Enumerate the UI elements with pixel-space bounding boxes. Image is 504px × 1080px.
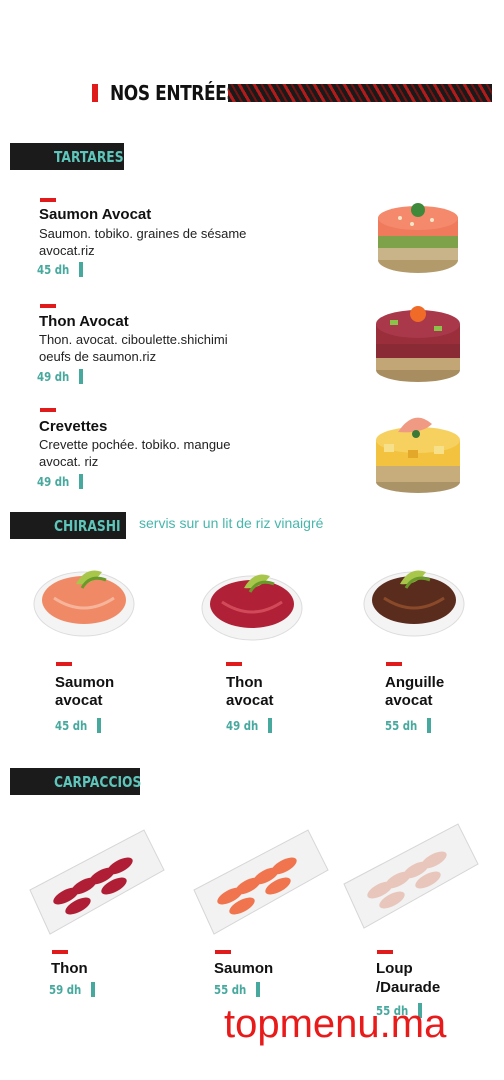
tartare-saumon-image xyxy=(378,203,458,273)
item-name: Thon Avocat xyxy=(39,313,129,330)
price-value: 59 dh xyxy=(49,982,82,997)
item-description: Crevette pochée. tobiko. mangue xyxy=(39,437,231,452)
chirashi-thon-image xyxy=(201,574,303,641)
section-title: CARPACCIOS xyxy=(54,772,142,791)
item-accent xyxy=(40,408,56,412)
price-value: 45 dh xyxy=(37,262,70,277)
price-value: 45 dh xyxy=(55,718,88,733)
item-name: Crevettes xyxy=(39,418,108,435)
item-accent xyxy=(56,662,72,666)
chirashi-anguille-image xyxy=(363,570,465,637)
tartare-crevettes-image xyxy=(376,417,460,493)
item-name: Saumon xyxy=(214,960,274,977)
section-bar-tartares: TARTARES xyxy=(10,143,124,170)
item-accent xyxy=(386,662,402,666)
item-name-line2: avocat xyxy=(385,692,433,709)
price-marker xyxy=(91,982,96,997)
page-title: NOS ENTRÉES xyxy=(110,81,239,105)
section-title: TARTARES xyxy=(54,147,124,166)
item-description: Thon. avocat. ciboulette.shichimi xyxy=(39,332,228,347)
price-marker xyxy=(427,718,432,733)
price-value: 49 dh xyxy=(226,718,259,733)
watermark: topmenu.ma xyxy=(224,1002,447,1046)
item-price: 59 dh xyxy=(49,982,96,997)
item-description: Saumon. tobiko. graines de sésame xyxy=(39,226,247,241)
item-price: 55 dh xyxy=(385,718,432,733)
header-accent xyxy=(92,84,98,102)
carpaccio-saumon-image xyxy=(193,829,329,935)
section-note: servis sur un lit de riz vinaigré xyxy=(139,515,324,531)
item-description: oeufs de saumon.riz xyxy=(39,349,157,364)
price-marker xyxy=(79,262,84,277)
item-accent xyxy=(215,950,231,954)
carpaccio-loup-image xyxy=(343,823,479,929)
section-bar-chirashi: CHIRASHI xyxy=(10,512,126,539)
price-marker xyxy=(79,474,84,489)
price-value: 55 dh xyxy=(385,718,418,733)
item-accent xyxy=(377,950,393,954)
item-accent xyxy=(52,950,68,954)
item-price: 49 dh xyxy=(37,474,84,489)
item-name: Thon xyxy=(226,674,263,691)
section-bar-carpaccios: CARPACCIOS xyxy=(10,768,142,795)
item-price: 45 dh xyxy=(55,718,102,733)
item-name: Anguille xyxy=(385,674,445,691)
price-marker xyxy=(97,718,102,733)
item-accent xyxy=(40,304,56,308)
item-name: Thon xyxy=(51,960,88,977)
item-price: 55 dh xyxy=(214,982,261,997)
carpaccio-thon-image xyxy=(29,829,165,935)
item-name: Saumon xyxy=(55,674,115,691)
tartare-thon-image xyxy=(376,306,460,382)
item-accent xyxy=(40,198,56,202)
item-name-line2: avocat xyxy=(55,692,103,709)
item-name: Saumon Avocat xyxy=(39,206,152,223)
item-price: 49 dh xyxy=(226,718,273,733)
price-value: 49 dh xyxy=(37,369,70,384)
item-name-line2: avocat xyxy=(226,692,274,709)
price-value: 49 dh xyxy=(37,474,70,489)
item-price: 45 dh xyxy=(37,262,84,277)
item-name: Loup xyxy=(376,960,413,977)
price-value: 55 dh xyxy=(214,982,247,997)
item-accent xyxy=(226,662,242,666)
price-marker xyxy=(256,982,261,997)
item-description: avocat. riz xyxy=(39,454,99,469)
price-marker xyxy=(268,718,273,733)
price-marker xyxy=(79,369,84,384)
section-title: CHIRASHI xyxy=(54,516,121,535)
header-decor-band xyxy=(228,84,492,102)
item-price: 49 dh xyxy=(37,369,84,384)
item-description: avocat.riz xyxy=(39,243,95,258)
chirashi-saumon-image xyxy=(33,570,135,637)
item-name-line2: /Daurade xyxy=(376,979,441,996)
